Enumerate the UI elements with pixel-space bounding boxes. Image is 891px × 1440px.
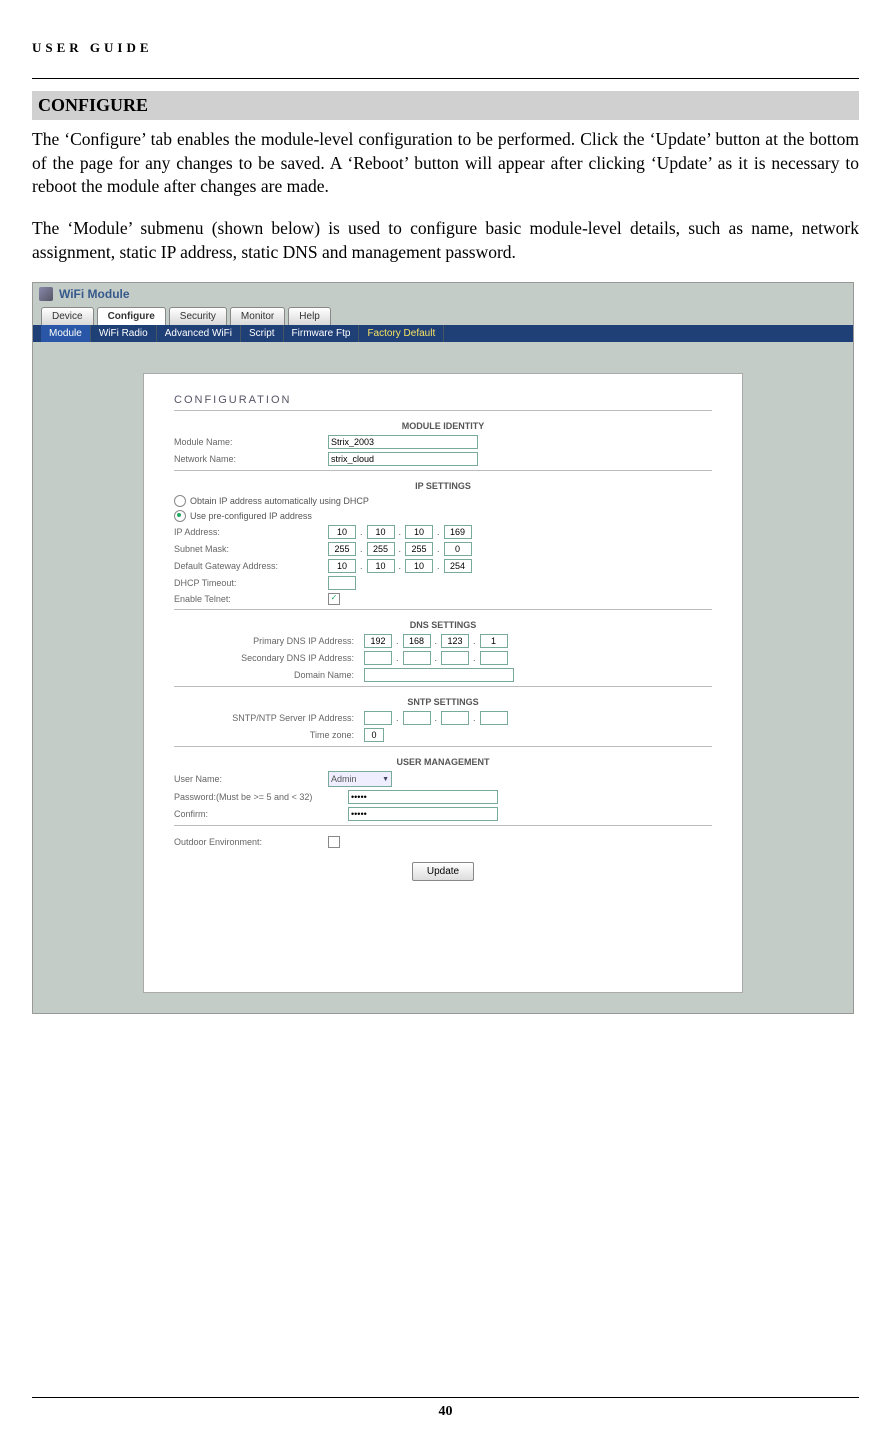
tab-configure[interactable]: Configure — [97, 307, 166, 325]
input-timezone[interactable] — [364, 728, 384, 742]
sub-tabs: Module WiFi Radio Advanced WiFi Script F… — [33, 325, 853, 342]
app-title: WiFi Module — [59, 287, 130, 301]
input-password[interactable] — [348, 790, 498, 804]
input-sntp-3[interactable] — [441, 711, 469, 725]
input-ip-3[interactable] — [405, 525, 433, 539]
input-sdns-2[interactable] — [403, 651, 431, 665]
section-sntp-settings: SNTP SETTINGS — [174, 697, 712, 707]
input-pdns-3[interactable] — [441, 634, 469, 648]
page-number: 40 — [32, 1404, 859, 1420]
input-sdns-3[interactable] — [441, 651, 469, 665]
label-subnet-mask: Subnet Mask: — [174, 544, 324, 554]
input-dhcp-timeout[interactable] — [328, 576, 356, 590]
body-para-1: The ‘Configure’ tab enables the module-l… — [32, 128, 859, 199]
section-ip-settings: IP SETTINGS — [174, 481, 712, 491]
input-gw-4[interactable] — [444, 559, 472, 573]
chevron-down-icon: ▼ — [382, 776, 389, 783]
config-pane: CONFIGURATION MODULE IDENTITY Module Nam… — [143, 373, 743, 993]
select-user-name[interactable]: Admin▼ — [328, 771, 392, 787]
subtab-module[interactable]: Module — [41, 325, 91, 342]
label-dhcp-timeout: DHCP Timeout: — [174, 578, 324, 588]
input-pdns-4[interactable] — [480, 634, 508, 648]
input-sntp-1[interactable] — [364, 711, 392, 725]
header-rule — [32, 78, 859, 79]
update-button[interactable]: Update — [412, 862, 474, 881]
primary-tabs: Device Configure Security Monitor Help — [41, 307, 845, 325]
subtab-script[interactable]: Script — [241, 325, 284, 342]
section-dns-settings: DNS SETTINGS — [174, 620, 712, 630]
running-header: USER GUIDE — [32, 40, 859, 56]
label-secondary-dns: Secondary DNS IP Address: — [174, 653, 360, 663]
footer-rule — [32, 1397, 859, 1398]
input-mask-2[interactable] — [367, 542, 395, 556]
input-sdns-4[interactable] — [480, 651, 508, 665]
label-outdoor: Outdoor Environment: — [174, 837, 324, 847]
subtab-wifi-radio[interactable]: WiFi Radio — [91, 325, 157, 342]
radio-static[interactable] — [174, 510, 186, 522]
label-radio-dhcp: Obtain IP address automatically using DH… — [190, 496, 369, 506]
body-para-2: The ‘Module’ submenu (shown below) is us… — [32, 217, 859, 264]
app-titlebar: WiFi Module — [33, 283, 853, 305]
section-user-management: USER MANAGEMENT — [174, 757, 712, 767]
input-confirm[interactable] — [348, 807, 498, 821]
section-heading: CONFIGURE — [32, 91, 859, 120]
input-gw-3[interactable] — [405, 559, 433, 573]
input-mask-3[interactable] — [405, 542, 433, 556]
tab-security[interactable]: Security — [169, 307, 227, 325]
label-primary-dns: Primary DNS IP Address: — [174, 636, 360, 646]
subtab-advanced-wifi[interactable]: Advanced WiFi — [157, 325, 241, 342]
screenshot-wifi-module: WiFi Module Device Configure Security Mo… — [32, 282, 854, 1014]
label-network-name: Network Name: — [174, 454, 324, 464]
section-module-identity: MODULE IDENTITY — [174, 421, 712, 431]
tab-device[interactable]: Device — [41, 307, 94, 325]
tab-monitor[interactable]: Monitor — [230, 307, 285, 325]
label-radio-static: Use pre-configured IP address — [190, 511, 312, 521]
app-logo-icon — [39, 287, 53, 301]
input-gw-2[interactable] — [367, 559, 395, 573]
subtab-factory-default[interactable]: Factory Default — [359, 325, 444, 342]
input-sntp-2[interactable] — [403, 711, 431, 725]
tab-help[interactable]: Help — [288, 307, 331, 325]
checkbox-outdoor[interactable] — [328, 836, 340, 848]
label-password: Password:(Must be >= 5 and < 32) — [174, 792, 344, 802]
input-sdns-1[interactable] — [364, 651, 392, 665]
input-domain-name[interactable] — [364, 668, 514, 682]
label-user-name: User Name: — [174, 774, 324, 784]
input-ip-4[interactable] — [444, 525, 472, 539]
input-network-name[interactable] — [328, 452, 478, 466]
input-ip-1[interactable] — [328, 525, 356, 539]
label-gateway: Default Gateway Address: — [174, 561, 324, 571]
input-module-name[interactable] — [328, 435, 478, 449]
input-pdns-2[interactable] — [403, 634, 431, 648]
input-ip-2[interactable] — [367, 525, 395, 539]
input-pdns-1[interactable] — [364, 634, 392, 648]
label-enable-telnet: Enable Telnet: — [174, 594, 324, 604]
checkbox-enable-telnet[interactable] — [328, 593, 340, 605]
label-sntp-server: SNTP/NTP Server IP Address: — [174, 713, 360, 723]
label-ip-address: IP Address: — [174, 527, 324, 537]
input-mask-1[interactable] — [328, 542, 356, 556]
input-sntp-4[interactable] — [480, 711, 508, 725]
subtab-firmware-ftp[interactable]: Firmware Ftp — [284, 325, 360, 342]
label-timezone: Time zone: — [174, 730, 360, 740]
pane-title: CONFIGURATION — [174, 394, 712, 406]
label-confirm: Confirm: — [174, 809, 344, 819]
input-gw-1[interactable] — [328, 559, 356, 573]
label-domain-name: Domain Name: — [174, 670, 360, 680]
input-mask-4[interactable] — [444, 542, 472, 556]
radio-dhcp[interactable] — [174, 495, 186, 507]
label-module-name: Module Name: — [174, 437, 324, 447]
